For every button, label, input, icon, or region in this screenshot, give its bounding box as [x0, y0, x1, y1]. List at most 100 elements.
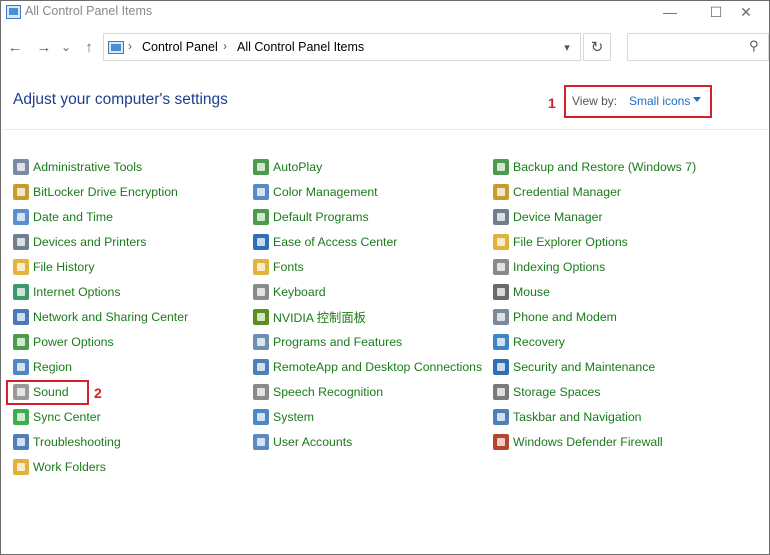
control-panel-item-nvidia[interactable]: NVIDIA 控制面板	[253, 307, 366, 327]
item-label: System	[273, 410, 314, 424]
control-panel-item-backup-and-restore-windows-7[interactable]: Backup and Restore (Windows 7)	[493, 157, 696, 177]
backup-icon	[493, 159, 509, 175]
control-panel-item-security-and-maintenance[interactable]: Security and Maintenance	[493, 357, 655, 377]
view-by-label: View by:	[572, 94, 618, 108]
control-panel-item-keyboard[interactable]: Keyboard	[253, 282, 326, 302]
control-panel-item-network-and-sharing-center[interactable]: Network and Sharing Center	[13, 307, 188, 327]
clock-icon	[13, 209, 29, 225]
item-label: AutoPlay	[273, 160, 323, 174]
sync-icon	[13, 409, 29, 425]
control-panel-item-bitlocker-drive-encryption[interactable]: BitLocker Drive Encryption	[13, 182, 178, 202]
control-panel-item-file-history[interactable]: File History	[13, 257, 95, 277]
control-panel-item-autoplay[interactable]: AutoPlay	[253, 157, 322, 177]
indexing-icon	[493, 259, 509, 275]
item-label: Devices and Printers	[33, 235, 147, 249]
item-label: File History	[33, 260, 95, 274]
item-label: Indexing Options	[513, 260, 606, 274]
item-label: BitLocker Drive Encryption	[33, 185, 178, 199]
control-panel-item-speech-recognition[interactable]: Speech Recognition	[253, 382, 383, 402]
globe-icon	[13, 284, 29, 300]
item-label: Administrative Tools	[33, 160, 143, 174]
control-panel-item-troubleshooting[interactable]: Troubleshooting	[13, 432, 121, 452]
item-label: Credential Manager	[513, 185, 622, 199]
sound-highlight	[6, 380, 89, 405]
item-label: Security and Maintenance	[513, 360, 656, 374]
control-panel-item-phone-and-modem[interactable]: Phone and Modem	[493, 307, 617, 327]
breadcrumb-chevron-icon: ›	[128, 39, 132, 53]
control-panel-item-user-accounts[interactable]: User Accounts	[253, 432, 352, 452]
control-panel-item-region[interactable]: Region	[13, 357, 72, 377]
control-panel-item-system[interactable]: System	[253, 407, 314, 427]
control-panel-item-work-folders[interactable]: Work Folders	[13, 457, 106, 477]
control-panel-item-sync-center[interactable]: Sync Center	[13, 407, 101, 427]
control-panel-item-device-manager[interactable]: Device Manager	[493, 207, 603, 227]
firewall-icon	[493, 434, 509, 450]
item-label: Date and Time	[33, 210, 113, 224]
control-panel-item-default-programs[interactable]: Default Programs	[253, 207, 369, 227]
item-label: Work Folders	[33, 460, 106, 474]
control-panel-item-mouse[interactable]: Mouse	[493, 282, 550, 302]
control-panel-item-indexing-options[interactable]: Indexing Options	[493, 257, 605, 277]
device-manager-icon	[493, 209, 509, 225]
control-panel-item-date-and-time[interactable]: Date and Time	[13, 207, 113, 227]
annotation-marker-2: 2	[94, 385, 102, 401]
phone-icon	[493, 309, 509, 325]
item-label: Power Options	[33, 335, 114, 349]
control-panel-item-administrative-tools[interactable]: Administrative Tools	[13, 157, 142, 177]
annotation-marker-1: 1	[548, 95, 556, 111]
item-label: Mouse	[513, 285, 550, 299]
fonts-icon	[253, 259, 269, 275]
item-label: Default Programs	[273, 210, 369, 224]
view-by-dropdown[interactable]: Small icons	[629, 94, 690, 108]
control-panel-item-file-explorer-options[interactable]: File Explorer Options	[493, 232, 628, 252]
breadcrumb-all-items[interactable]: All Control Panel Items	[237, 40, 364, 54]
back-arrow-icon[interactable]: ←	[4, 36, 26, 58]
battery-icon	[13, 334, 29, 350]
search-input[interactable]	[627, 33, 769, 61]
troubleshoot-icon	[13, 434, 29, 450]
up-arrow-icon[interactable]: ↑	[78, 36, 100, 58]
address-dropdown-icon[interactable]: ▾	[558, 38, 576, 56]
folder-options-icon	[493, 234, 509, 250]
control-panel-item-storage-spaces[interactable]: Storage Spaces	[493, 382, 601, 402]
control-panel-item-ease-of-access-center[interactable]: Ease of Access Center	[253, 232, 397, 252]
control-panel-item-windows-defender-firewall[interactable]: Windows Defender Firewall	[493, 432, 663, 452]
item-label: Device Manager	[513, 210, 603, 224]
forward-arrow-icon[interactable]: →	[33, 36, 55, 58]
control-panel-item-color-management[interactable]: Color Management	[253, 182, 378, 202]
autoplay-icon	[253, 159, 269, 175]
breadcrumb-control-panel[interactable]: Control Panel	[142, 40, 218, 54]
dropdown-caret-icon[interactable]	[693, 97, 701, 102]
control-panel-item-remoteapp-and-desktop-connections[interactable]: RemoteApp and Desktop Connections	[253, 357, 482, 377]
refresh-icon[interactable]: ↻	[583, 33, 611, 61]
control-panel-item-power-options[interactable]: Power Options	[13, 332, 114, 352]
recent-locations-icon[interactable]: ⌄	[58, 36, 74, 58]
system-icon	[253, 409, 269, 425]
breadcrumb-chevron-icon: ›	[223, 39, 227, 53]
control-panel-item-fonts[interactable]: Fonts	[253, 257, 304, 277]
item-label: Backup and Restore (Windows 7)	[513, 160, 697, 174]
window-title: All Control Panel Items	[25, 4, 153, 18]
control-panel-item-recovery[interactable]: Recovery	[493, 332, 565, 352]
microphone-icon	[253, 384, 269, 400]
control-panel-item-programs-and-features[interactable]: Programs and Features	[253, 332, 402, 352]
item-label: Programs and Features	[273, 335, 403, 349]
control-panel-icon	[108, 41, 124, 54]
credential-icon	[493, 184, 509, 200]
control-panel-item-internet-options[interactable]: Internet Options	[13, 282, 121, 302]
control-panel-item-credential-manager[interactable]: Credential Manager	[493, 182, 621, 202]
storage-icon	[493, 384, 509, 400]
control-panel-icon	[6, 5, 21, 19]
bitlocker-icon	[13, 184, 29, 200]
control-panel-item-taskbar-and-navigation[interactable]: Taskbar and Navigation	[493, 407, 642, 427]
control-panel-item-devices-and-printers[interactable]: Devices and Printers	[13, 232, 146, 252]
minimize-button[interactable]: —	[647, 1, 693, 23]
close-button[interactable]: ✕	[723, 1, 769, 23]
printer-icon	[13, 234, 29, 250]
file-history-icon	[13, 259, 29, 275]
address-bar[interactable]: › Control Panel › All Control Panel Item…	[103, 33, 581, 61]
taskbar-icon	[493, 409, 509, 425]
default-programs-icon	[253, 209, 269, 225]
item-label: Recovery	[513, 335, 565, 349]
admin-tools-icon	[13, 159, 29, 175]
